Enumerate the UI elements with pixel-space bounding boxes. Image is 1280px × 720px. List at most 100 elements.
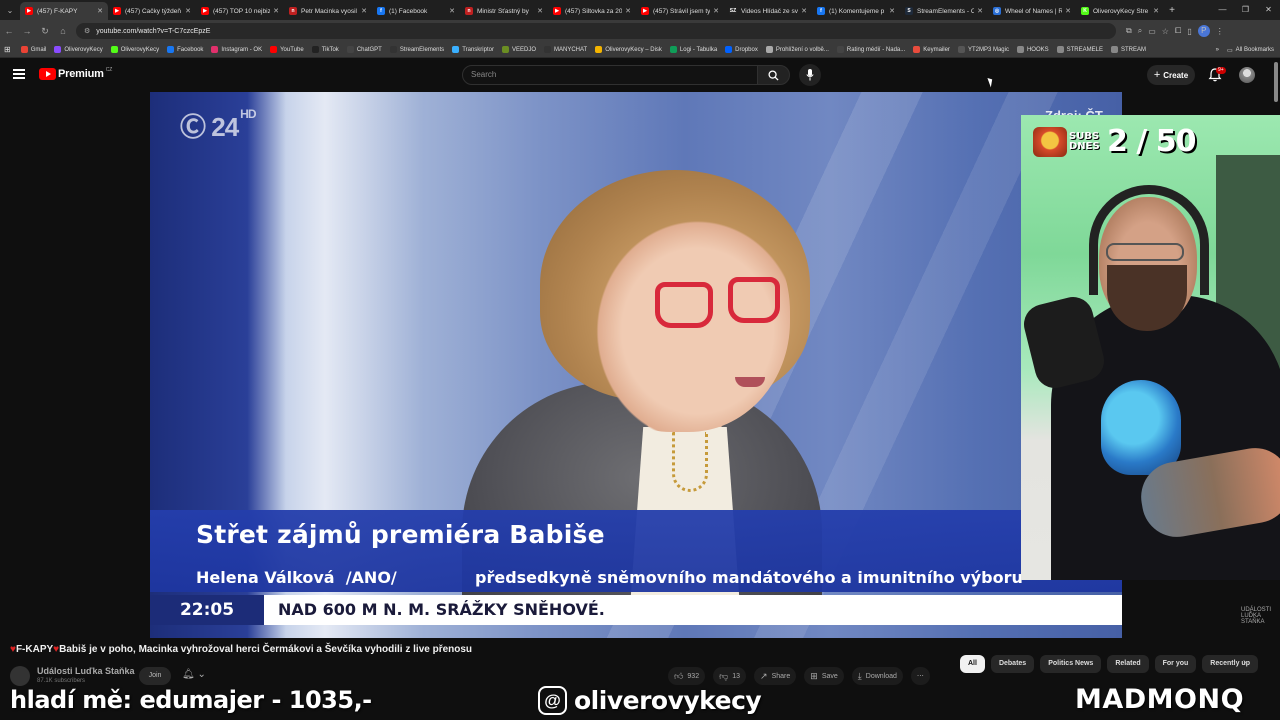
bookmark-item[interactable]: STREAM <box>1110 46 1146 53</box>
reload-icon[interactable]: ↻ <box>36 26 54 37</box>
browser-tab[interactable]: ▶ (457) Strávil jsem ty ✕ <box>636 2 724 20</box>
browser-tab[interactable]: K OliverovyKecy Stre ✕ <box>1076 2 1164 20</box>
filter-chip[interactable]: All <box>960 655 985 673</box>
tab-close-icon[interactable]: ✕ <box>1153 7 1159 15</box>
filter-chip[interactable]: Recently up <box>1202 655 1258 673</box>
menu-icon[interactable] <box>13 69 25 79</box>
bookmark-item[interactable]: OliverovyKecy <box>110 46 159 53</box>
tab-close-icon[interactable]: ✕ <box>97 7 103 15</box>
filter-chip[interactable]: Debates <box>990 655 1035 673</box>
dislike-count: 13 <box>732 672 741 680</box>
browser-tab[interactable]: S StreamElements - O ✕ <box>900 2 988 20</box>
filter-chip[interactable]: For you <box>1154 655 1197 673</box>
join-button[interactable]: Join <box>139 667 171 685</box>
channel-name[interactable]: Události Luďka Staňka <box>37 666 135 676</box>
browser-tab[interactable]: ▶ (457) Šiltovka za 20 ✕ <box>548 2 636 20</box>
forward-icon[interactable]: → <box>18 26 36 36</box>
create-button[interactable]: + Create <box>1147 65 1195 85</box>
browser-tab[interactable]: SZ Videos Hlídač ze sv ✕ <box>724 2 812 20</box>
dislike-button[interactable]: 👎︎ 13 <box>713 667 747 685</box>
tab-close-icon[interactable]: ✕ <box>713 7 719 15</box>
cast-icon[interactable]: ▭ <box>1148 27 1156 36</box>
apps-icon[interactable]: ⊞ <box>4 45 11 54</box>
home-icon[interactable]: ⌂ <box>54 26 72 36</box>
url-field[interactable]: ⚙ youtube.com/watch?v=T-C7czcEpzE <box>76 23 1116 39</box>
minimize-icon[interactable]: — <box>1211 0 1234 20</box>
tab-close-icon[interactable]: ✕ <box>625 7 631 15</box>
bookmark-item[interactable]: StreamElements <box>389 46 444 53</box>
tab-favicon-icon: n <box>289 7 297 15</box>
browser-tab[interactable]: ▶ (457) F-KAPY ✕ <box>20 2 108 20</box>
zoom-icon[interactable]: ⌕ <box>1138 26 1142 36</box>
tab-close-icon[interactable]: ✕ <box>361 7 367 15</box>
browser-tab[interactable]: f (1) Komentujeme p ✕ <box>812 2 900 20</box>
bookmark-item[interactable]: ChatGPT <box>346 46 382 53</box>
account-avatar[interactable] <box>1239 67 1255 83</box>
bookmark-item[interactable]: HOOKS <box>1016 46 1049 53</box>
tab-close-icon[interactable]: ✕ <box>1065 7 1071 15</box>
bookmark-item[interactable]: OliverovyKecy <box>54 46 103 53</box>
video-player[interactable]: Ⓒ 24HD Zdroj: ČT Střet zájmů premiéra Ba… <box>150 92 1122 638</box>
channel-avatar[interactable] <box>10 666 30 686</box>
bookmark-item[interactable]: Keymailer <box>913 46 950 53</box>
bookmark-item[interactable]: Gmail <box>20 46 46 53</box>
bookmark-item[interactable]: Dropbox <box>725 46 758 53</box>
bookmark-item[interactable]: YT2MP3 Magic <box>957 46 1009 53</box>
back-icon[interactable]: ← <box>0 26 18 36</box>
more-actions-button[interactable]: ⋯ <box>910 667 930 685</box>
tab-search-icon[interactable]: ⌄ <box>0 0 20 20</box>
menu-dots-icon[interactable]: ⋮ <box>1216 27 1224 36</box>
bookmark-item[interactable]: Prohlížení o volbě... <box>765 46 829 53</box>
tab-close-icon[interactable]: ✕ <box>273 7 279 15</box>
bookmark-label: STREAMELE <box>1066 46 1103 53</box>
tab-close-icon[interactable]: ✕ <box>537 7 543 15</box>
tab-close-icon[interactable]: ✕ <box>449 7 455 15</box>
bookmark-item[interactable]: MANYCHAT <box>544 46 587 53</box>
speaker-name-text: Helena Válková <box>196 568 335 587</box>
browser-tab[interactable]: n Petr Macinka vyosil ✕ <box>284 2 372 20</box>
maximize-icon[interactable]: ❐ <box>1234 0 1257 20</box>
bookmark-item[interactable]: TikTok <box>311 46 339 53</box>
browser-tab[interactable]: ▶ (457) Čačky týždeň ✕ <box>108 2 196 20</box>
bookmark-item[interactable]: Transkriptor <box>452 46 494 53</box>
download-button[interactable]: ⤓ Download <box>851 667 903 685</box>
tab-close-icon[interactable]: ✕ <box>889 7 895 15</box>
filter-chip[interactable]: Related <box>1107 655 1149 673</box>
youtube-logo[interactable]: Premium CZ <box>39 67 112 80</box>
filter-chip[interactable]: Politics News <box>1040 655 1102 673</box>
search-button[interactable] <box>757 65 790 85</box>
share-button[interactable]: ↗ Share <box>754 667 797 685</box>
translate-icon[interactable]: ⧉ <box>1126 26 1132 36</box>
site-info-icon[interactable]: ⚙ <box>84 27 90 35</box>
profile-avatar[interactable]: P <box>1197 25 1210 37</box>
browser-tab[interactable]: ▶ (457) TOP 10 nejbiz ✕ <box>196 2 284 20</box>
tab-close-icon[interactable]: ✕ <box>801 7 807 15</box>
scrollbar-thumb[interactable] <box>1274 62 1278 102</box>
like-button[interactable]: 👍︎ 932 <box>668 667 706 685</box>
close-window-icon[interactable]: ✕ <box>1257 0 1280 20</box>
browser-tab[interactable]: f (1) Facebook ✕ <box>372 2 460 20</box>
voice-search-button[interactable] <box>799 64 821 86</box>
tab-close-icon[interactable]: ✕ <box>185 7 191 15</box>
bookmark-item[interactable]: Logi - Tabulka <box>669 46 717 53</box>
extensions-icon[interactable]: ⧠ <box>1175 26 1181 36</box>
bookmark-star-icon[interactable]: ☆ <box>1162 27 1169 36</box>
bookmark-item[interactable]: OliverovyKecy – Disk <box>595 46 662 53</box>
bookmark-label: MANYCHAT <box>554 46 588 53</box>
bookmark-item[interactable]: VEEDJO <box>501 46 536 53</box>
subscription-bell-icon[interactable]: 🔔︎ ⌄ <box>182 669 206 680</box>
sidepanel-icon[interactable]: ▯ <box>1187 27 1191 36</box>
new-tab-button[interactable]: + <box>1164 5 1180 16</box>
bookmark-item[interactable]: STREAMELE <box>1056 46 1103 53</box>
chevron-right-icon[interactable]: › <box>1243 657 1246 668</box>
tab-close-icon[interactable]: ✕ <box>977 7 983 15</box>
browser-tab[interactable]: ◎ Wheel of Names | R ✕ <box>988 2 1076 20</box>
bookmark-item[interactable]: Rating médií - Nada... <box>836 46 905 53</box>
search-input[interactable]: Search <box>462 65 758 85</box>
bookmark-item[interactable]: Instagram - OK <box>211 46 262 53</box>
browser-tab[interactable]: n Ministr Šťastný by ✕ <box>460 2 548 20</box>
all-bookmarks-button[interactable]: » ▭ All Bookmarks <box>1216 42 1274 58</box>
save-button[interactable]: ⊞ Save <box>804 667 844 685</box>
bookmark-item[interactable]: Facebook <box>167 46 203 53</box>
bookmark-item[interactable]: YouTube <box>270 46 304 53</box>
